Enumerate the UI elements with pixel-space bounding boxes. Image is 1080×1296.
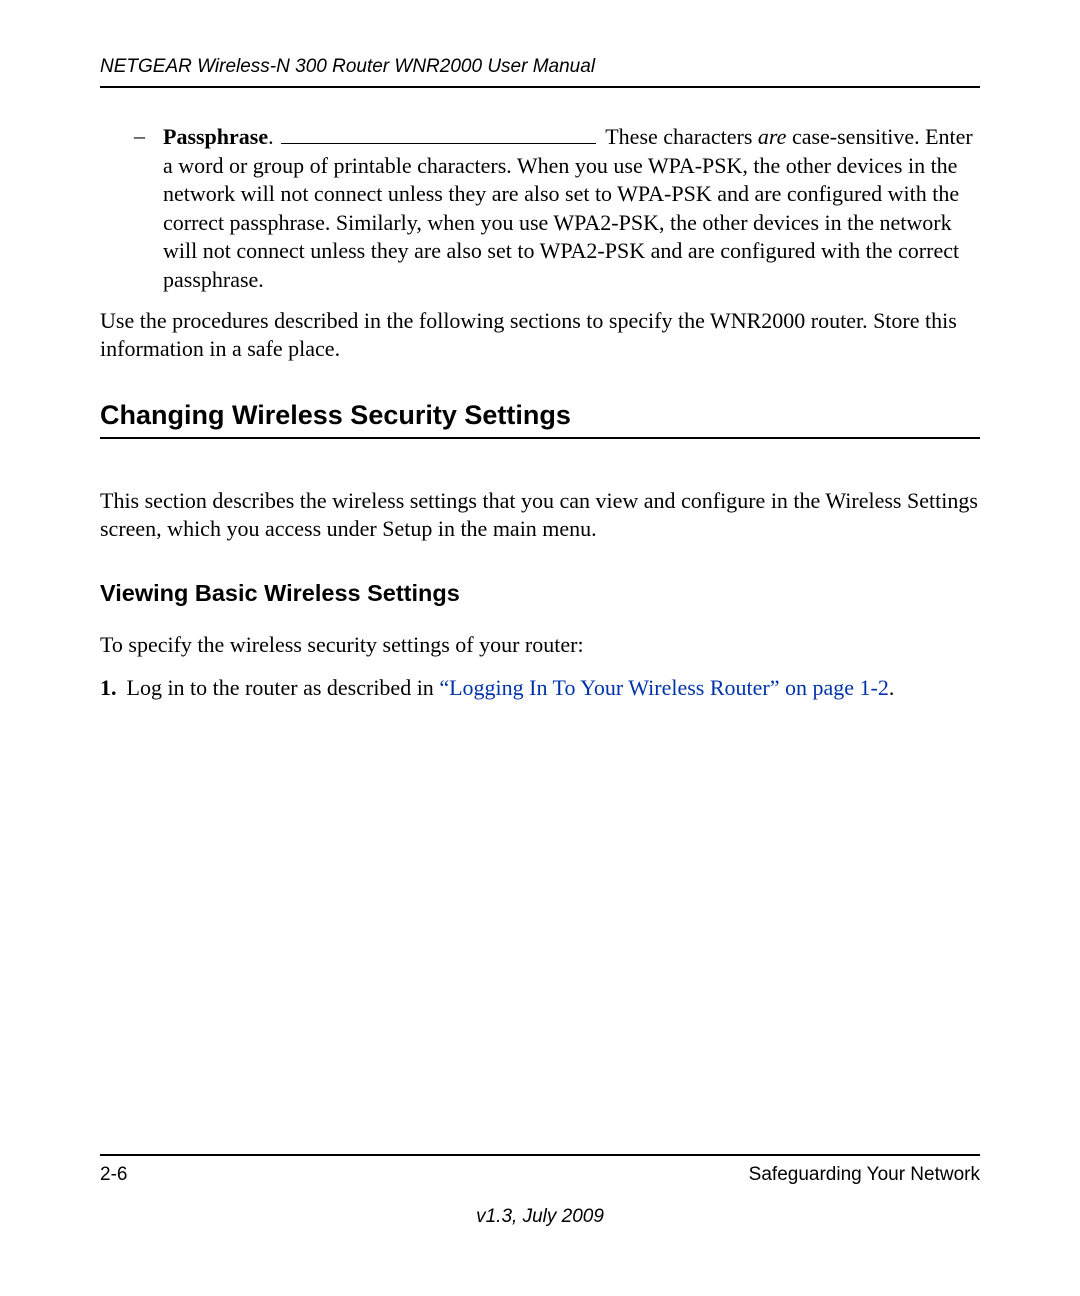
bullet-dash: – [134, 123, 145, 295]
content-area: – Passphrase. These characters are case-… [100, 123, 980, 702]
passphrase-bullet: – Passphrase. These characters are case-… [134, 123, 980, 295]
login-crossref-link[interactable]: “Logging In To Your Wireless Router” on … [439, 675, 889, 700]
page-number: 2-6 [100, 1164, 127, 1186]
footer-rule [100, 1154, 980, 1156]
bullet-body: Passphrase. These characters are case-se… [163, 123, 980, 295]
section-heading-changing-wireless: Changing Wireless Security Settings [100, 400, 980, 439]
passphrase-label: Passphrase [163, 124, 268, 149]
section-name: Safeguarding Your Network [749, 1164, 980, 1186]
procedures-paragraph: Use the procedures described in the foll… [100, 307, 980, 364]
step-text: Log in to the router as described in “Lo… [127, 674, 895, 703]
step-item: 1. Log in to the router as described in … [100, 674, 980, 703]
section-intro-paragraph: This section describes the wireless sett… [100, 487, 980, 544]
doc-version: v1.3, July 2009 [100, 1206, 980, 1228]
steps-list: 1. Log in to the router as described in … [100, 674, 980, 703]
page-footer: 2-6 Safeguarding Your Network v1.3, July… [100, 1154, 980, 1228]
step-number: 1. [100, 674, 117, 703]
passphrase-period: . [268, 124, 279, 149]
footer-row: 2-6 Safeguarding Your Network [100, 1164, 980, 1186]
running-header: NETGEAR Wireless-N 300 Router WNR2000 Us… [100, 56, 980, 88]
page-container: NETGEAR Wireless-N 300 Router WNR2000 Us… [0, 0, 1080, 1296]
case-note-prefix: These characters [605, 124, 758, 149]
subsection-heading-viewing-basic: Viewing Basic Wireless Settings [100, 580, 980, 607]
blank-fill-line [281, 143, 596, 144]
sub-intro-paragraph: To specify the wireless security setting… [100, 631, 980, 660]
case-note-are: are [758, 124, 787, 149]
case-note-suffix: case-sensitive. Enter a word or group of… [163, 124, 973, 292]
step-prefix: Log in to the router as described in [127, 675, 440, 700]
step-suffix: . [889, 675, 895, 700]
